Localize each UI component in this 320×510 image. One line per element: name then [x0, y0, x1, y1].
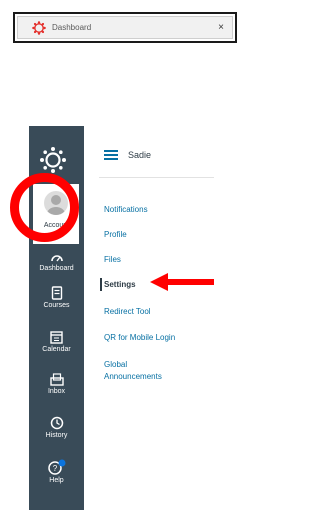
help-icon: ?: [47, 459, 65, 475]
inbox-icon: [49, 373, 64, 386]
nav-label-calendar: Calendar: [42, 346, 71, 353]
nav-label-courses: Courses: [43, 302, 70, 309]
nav-item-courses[interactable]: Courses: [29, 286, 84, 309]
nav-item-inbox[interactable]: Inbox: [29, 373, 84, 395]
divider: [99, 177, 214, 178]
nav-item-history[interactable]: History: [29, 416, 84, 439]
nav-item-help[interactable]: ? Help: [29, 459, 84, 484]
nav-label-help: Help: [49, 477, 64, 484]
hamburger-menu-icon[interactable]: [104, 150, 118, 160]
courses-icon: [51, 286, 62, 300]
tray-link-notifications[interactable]: Notifications: [104, 204, 148, 215]
tray-link-qr-mobile-login[interactable]: QR for Mobile Login: [104, 332, 175, 343]
browser-tab[interactable]: Dashboard ×: [17, 16, 233, 39]
tray-link-files[interactable]: Files: [104, 254, 121, 265]
dashboard-icon: [50, 255, 63, 262]
nav-label-account: Account: [43, 222, 70, 229]
tray-link-profile[interactable]: Profile: [104, 229, 127, 240]
close-icon[interactable]: ×: [218, 22, 224, 33]
active-indicator: [100, 278, 102, 291]
nav-item-dashboard[interactable]: Dashboard: [29, 251, 84, 272]
canvas-logo-icon: [32, 20, 46, 35]
nav-label-dashboard: Dashboard: [39, 265, 74, 272]
calendar-icon: [50, 331, 63, 344]
tray-link-announcements[interactable]: Announcements: [104, 371, 162, 382]
nav-label-inbox: Inbox: [47, 388, 66, 395]
global-navigation: Account Dashboard Courses Calendar Inbox…: [29, 126, 84, 510]
tab-title: Dashboard: [52, 23, 92, 32]
nav-label-history: History: [45, 432, 68, 439]
nav-item-calendar[interactable]: Calendar: [29, 330, 84, 353]
canvas-logo-icon[interactable]: [39, 146, 67, 174]
history-icon: [50, 416, 63, 430]
user-name: Sadie: [128, 150, 152, 160]
browser-tab-frame: Dashboard ×: [13, 12, 237, 43]
tray-header: Sadie: [104, 150, 151, 160]
tray-link-settings[interactable]: Settings: [104, 279, 136, 290]
account-tray: Sadie Notifications Profile Files Settin…: [84, 126, 214, 510]
tray-link-global[interactable]: Global: [104, 359, 127, 370]
avatar-icon: [44, 191, 68, 215]
canvas-app: Account Dashboard Courses Calendar Inbox…: [29, 126, 214, 510]
pointer-arrow-icon: [150, 273, 214, 291]
nav-item-account[interactable]: Account: [29, 184, 84, 244]
tray-link-redirect-tool[interactable]: Redirect Tool: [104, 306, 151, 317]
svg-text:?: ?: [52, 464, 57, 473]
